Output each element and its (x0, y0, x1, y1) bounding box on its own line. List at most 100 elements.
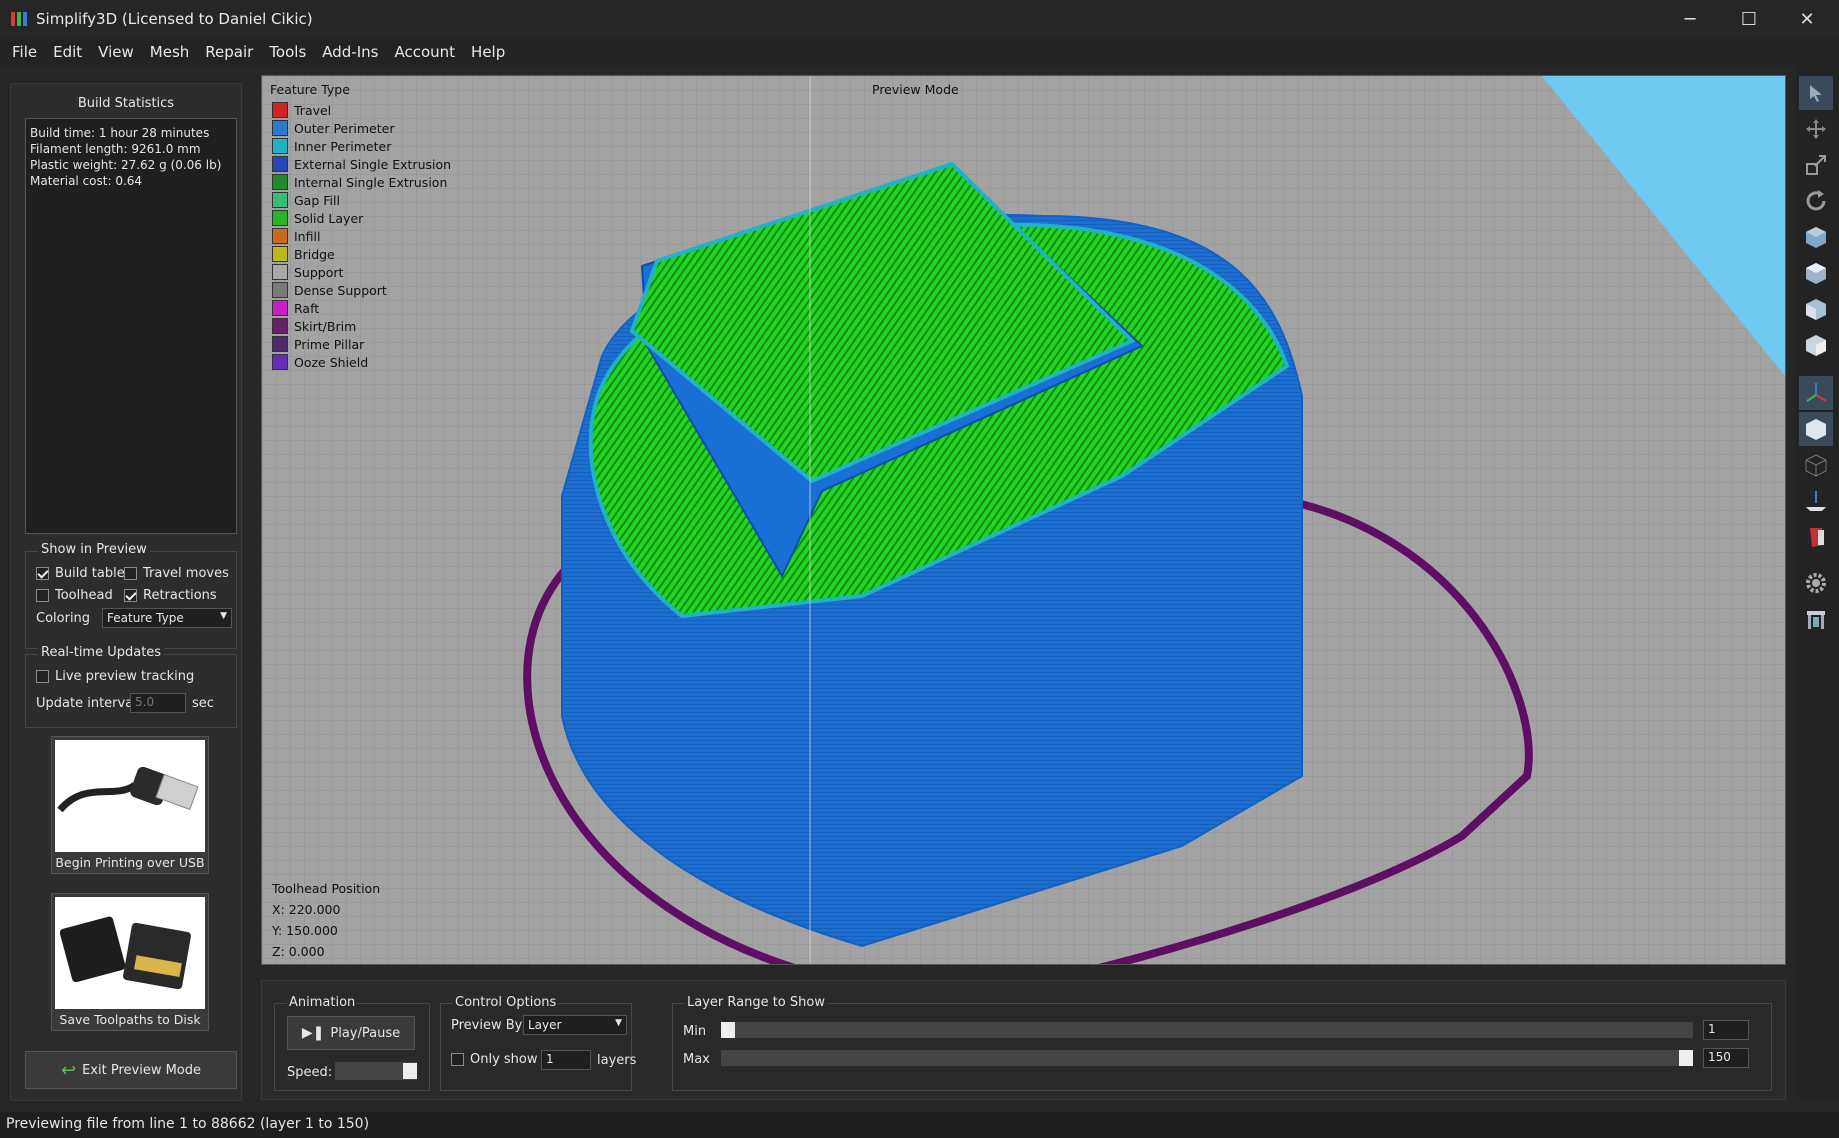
cube-view-top-icon[interactable] (1799, 256, 1833, 290)
bottom-panel: Animation ▶❚ Play/Pause Speed: Control O… (261, 980, 1786, 1100)
min-layer-value: 1 (1708, 1022, 1716, 1036)
gear-icon[interactable] (1799, 566, 1833, 600)
max-layer-input[interactable]: 150 (1703, 1048, 1749, 1068)
legend-item: Ooze Shield (272, 353, 451, 371)
3d-viewport[interactable]: Feature Type Preview Mode Travel Outer P… (261, 75, 1786, 965)
legend-swatch (272, 282, 288, 298)
only-show-check-icon[interactable] (451, 1053, 464, 1066)
max-slider-handle[interactable] (1679, 1050, 1693, 1066)
toolhead-x: X: 220.000 (272, 902, 341, 917)
toolhead-position-title: Toolhead Position (272, 881, 381, 896)
preview-mode-label: Preview Mode (872, 82, 959, 97)
toolhead-position: Toolhead Position X: 220.000 Y: 150.000 … (272, 878, 380, 962)
select-arrow-icon[interactable] (1799, 76, 1833, 110)
build-table-check-icon[interactable] (36, 567, 49, 580)
chevron-down-icon: ▼ (615, 1018, 622, 1028)
min-layer-slider[interactable] (721, 1022, 1693, 1038)
build-table-checkbox[interactable]: Build table (36, 566, 125, 581)
sd-card-icon (55, 897, 205, 1009)
live-preview-checkbox[interactable]: Live preview tracking (36, 669, 194, 684)
minimize-button[interactable]: ─ (1663, 0, 1717, 38)
menu-mesh[interactable]: Mesh (142, 43, 198, 61)
play-pause-button[interactable]: ▶❚ Play/Pause (287, 1016, 415, 1050)
cube-view-iso-icon[interactable] (1799, 328, 1833, 362)
legend-item: Internal Single Extrusion (272, 173, 451, 191)
red-cube-icon[interactable] (1799, 520, 1833, 554)
max-label: Max (683, 1052, 710, 1067)
exit-preview-label: Exit Preview Mode (82, 1062, 201, 1078)
min-slider-handle[interactable] (721, 1022, 735, 1038)
cube-solid-icon[interactable] (1799, 412, 1833, 446)
menu-file[interactable]: File (4, 43, 45, 61)
scale-icon[interactable] (1799, 148, 1833, 182)
coloring-dropdown[interactable]: Feature Type ▼ (102, 608, 232, 628)
axes-icon[interactable] (1799, 376, 1833, 410)
status-bar: Previewing file from line 1 to 88662 (la… (0, 1112, 1839, 1138)
legend-swatch (272, 156, 288, 172)
speed-slider-handle[interactable] (403, 1063, 417, 1079)
legend-item: Infill (272, 227, 451, 245)
begin-printing-usb-button[interactable]: Begin Printing over USB (51, 736, 209, 874)
legend-item: Bridge (272, 245, 451, 263)
maximize-button[interactable]: ☐ (1722, 0, 1776, 38)
legend-swatch (272, 120, 288, 136)
toolhead-check-icon[interactable] (36, 589, 49, 602)
move-icon[interactable] (1799, 112, 1833, 146)
only-show-layers-input[interactable]: 1 (541, 1050, 591, 1070)
exit-preview-button[interactable]: ↩ Exit Preview Mode (25, 1051, 237, 1089)
max-layer-slider[interactable] (721, 1050, 1693, 1066)
menu-repair[interactable]: Repair (197, 43, 261, 61)
chevron-down-icon: ▼ (220, 611, 227, 621)
legend-item: Dense Support (272, 281, 451, 299)
rotate-icon[interactable] (1799, 184, 1833, 218)
menu-tools[interactable]: Tools (261, 43, 314, 61)
update-interval-value: 5.0 (135, 695, 155, 709)
travel-moves-checkbox[interactable]: Travel moves (124, 566, 229, 581)
legend-item: Prime Pillar (272, 335, 451, 353)
legend-swatch (272, 336, 288, 352)
show-in-preview-group: Show in Preview Build table Travel moves… (25, 542, 237, 649)
animation-group: Animation ▶❚ Play/Pause Speed: (274, 995, 430, 1091)
retractions-check-icon[interactable] (124, 589, 137, 602)
menu-help[interactable]: Help (463, 43, 513, 61)
stat-build-time: Build time: 1 hour 28 minutes (30, 126, 210, 140)
toolhead-label: Toolhead (55, 588, 113, 603)
menu-add-ins[interactable]: Add-Ins (314, 43, 386, 61)
cube-view-front-icon[interactable] (1799, 220, 1833, 254)
menu-view[interactable]: View (90, 43, 142, 61)
travel-moves-check-icon[interactable] (124, 567, 137, 580)
status-text: Previewing file from line 1 to 88662 (la… (6, 1116, 370, 1132)
left-panel: Build Statistics Build time: 1 hour 28 m… (10, 83, 242, 1101)
layers-label: layers (597, 1053, 637, 1068)
preview-by-dropdown[interactable]: Layer ▼ (523, 1015, 627, 1035)
control-options-group: Control Options Preview By Layer ▼ Only … (440, 995, 636, 1091)
menu-edit[interactable]: Edit (45, 43, 90, 61)
cube-view-side-icon[interactable] (1799, 292, 1833, 326)
retractions-checkbox[interactable]: Retractions (124, 588, 217, 603)
preview-by-label: Preview By (451, 1018, 523, 1033)
only-show-checkbox[interactable]: Only show (451, 1052, 538, 1067)
legend-item: Solid Layer (272, 209, 451, 227)
legend-item: Outer Perimeter (272, 119, 451, 137)
realtime-updates-group: Real-time Updates Live preview tracking … (25, 645, 237, 728)
live-preview-label: Live preview tracking (55, 669, 195, 684)
live-preview-check-icon[interactable] (36, 670, 49, 683)
save-toolpaths-button[interactable]: Save Toolpaths to Disk (51, 893, 209, 1031)
menu-account[interactable]: Account (386, 43, 463, 61)
cross-section-icon[interactable] (1799, 484, 1833, 518)
cube-wireframe-icon[interactable] (1799, 448, 1833, 482)
printer-icon[interactable] (1799, 602, 1833, 636)
play-pause-icon: ▶❚ (301, 1025, 325, 1041)
begin-printing-usb-label: Begin Printing over USB (55, 855, 205, 870)
close-button[interactable]: ✕ (1780, 0, 1834, 38)
min-layer-input[interactable]: 1 (1703, 1020, 1749, 1040)
legend-swatch (272, 318, 288, 334)
update-interval-input[interactable]: 5.0 (130, 693, 186, 713)
legend-item: Gap Fill (272, 191, 451, 209)
stat-plastic-weight: Plastic weight: 27.62 g (0.06 lb) (30, 158, 222, 172)
speed-slider[interactable] (335, 1062, 417, 1080)
toolhead-checkbox[interactable]: Toolhead (36, 588, 113, 603)
legend-swatch (272, 192, 288, 208)
only-show-layers-value: 1 (546, 1052, 554, 1066)
animation-title: Animation (287, 995, 358, 1010)
